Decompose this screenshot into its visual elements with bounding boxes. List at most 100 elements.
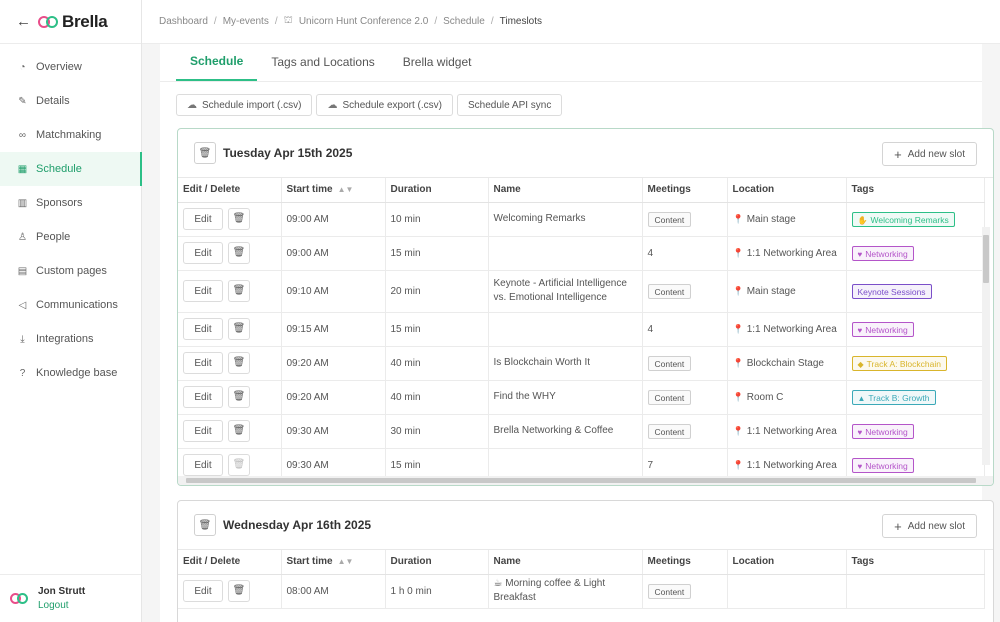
location-cell: 📍 Main stage xyxy=(727,270,847,313)
delete-button[interactable]: 🗑 xyxy=(228,453,250,476)
location-cell xyxy=(727,574,847,609)
edit-button[interactable]: Edit xyxy=(183,420,223,443)
tab-brella-widget[interactable]: Brella widget xyxy=(389,44,486,81)
column-header-label: Meetings xyxy=(647,184,691,196)
location-name: Blockchain Stage xyxy=(746,357,824,369)
sidebar-item-custom-pages[interactable]: ▤ Custom pages xyxy=(0,254,141,288)
column-header-start-time[interactable]: Start time ▲▼ xyxy=(281,178,386,203)
schedule-api-sync-button[interactable]: Schedule API sync xyxy=(456,94,563,116)
breadcrumb-item[interactable]: Unicorn Hunt Conference 2.0 xyxy=(299,16,429,27)
column-header-label: Tags xyxy=(851,184,875,196)
delete-button[interactable]: 🗑 xyxy=(228,419,250,442)
day-title: Tuesday Apr 15th 2025 xyxy=(223,146,353,160)
duration-cell: 40 min xyxy=(385,346,489,381)
tags-cell: ♥ Networking xyxy=(846,312,985,347)
delete-button[interactable]: 🗑 xyxy=(228,279,250,302)
tab-schedule[interactable]: Schedule xyxy=(176,44,258,81)
column-header-name: Name xyxy=(488,178,643,203)
table-row: Edit 🗑 09:20 AM 40 min Find the WHY Content 📍 R… xyxy=(178,380,985,415)
sidebar-item-label: People xyxy=(36,231,71,243)
edit-button[interactable]: Edit xyxy=(183,242,223,265)
edit-button[interactable]: Edit xyxy=(183,386,223,409)
schedule-export-button[interactable]: ☁ Schedule export (.csv) xyxy=(316,94,453,116)
sidebar-item-sponsors[interactable]: ▥ Sponsors xyxy=(0,186,141,220)
sort-icon[interactable]: ▲▼ xyxy=(338,185,354,194)
tab-tags-and-locations[interactable]: Tags and Locations xyxy=(257,44,388,81)
edit-button[interactable]: Edit xyxy=(183,580,223,603)
horizontal-scrollbar[interactable] xyxy=(178,476,993,485)
brand-name: Brella xyxy=(62,11,108,31)
location-pin-icon: 📍 xyxy=(732,247,744,258)
sidebar-item-label: Overview xyxy=(36,61,82,73)
delete-button[interactable]: 🗑 xyxy=(228,207,250,230)
edit-button[interactable]: Edit xyxy=(183,352,223,375)
vertical-scrollbar[interactable] xyxy=(982,227,990,465)
edit-button[interactable]: Edit xyxy=(183,208,223,231)
add-new-slot-button[interactable]: + Add new slot xyxy=(882,514,977,538)
column-header-label: Duration xyxy=(390,184,432,196)
delete-button[interactable]: 🗑 xyxy=(228,241,250,264)
scrollbar-thumb[interactable] xyxy=(186,478,976,483)
sidebar-item-label: Details xyxy=(36,95,70,107)
grid-icon: ▥ xyxy=(17,197,28,209)
sort-icon[interactable]: ▲▼ xyxy=(338,557,354,566)
logout-link[interactable]: Logout xyxy=(38,600,85,611)
meetings-count: 4 xyxy=(647,323,654,335)
sidebar-item-knowledge-base[interactable]: ? Knowledge base xyxy=(0,356,141,390)
meetings-count: 4 xyxy=(647,247,654,259)
breadcrumb-item[interactable]: Schedule xyxy=(443,16,485,27)
delete-button[interactable]: 🗑 xyxy=(228,351,250,374)
name-cell: Is Blockchain Worth It xyxy=(488,346,643,381)
scrollbar-thumb[interactable] xyxy=(983,235,989,283)
delete-button[interactable]: 🗑 xyxy=(228,317,250,340)
meetings-cell: Content xyxy=(642,202,728,237)
sidebar-item-integrations[interactable]: ⤓ Integrations xyxy=(0,322,141,356)
add-new-slot-button[interactable]: + Add new slot xyxy=(882,142,977,166)
schedule-import-button[interactable]: ☁ Schedule import (.csv) xyxy=(176,94,313,116)
sidebar-item-schedule[interactable]: ▦ Schedule xyxy=(0,152,142,186)
column-header-location: Location xyxy=(727,178,847,203)
delete-day-button[interactable]: 🗑 xyxy=(194,142,216,164)
edit-button[interactable]: Edit xyxy=(183,318,223,341)
column-header-label: Edit / Delete xyxy=(183,184,241,196)
table-row: Edit 🗑 09:00 AM 15 min 4 📍 1:1 Networking Area… xyxy=(178,236,985,271)
sidebar-item-people[interactable]: ♙ People xyxy=(0,220,141,254)
start-time-cell: 09:30 AM xyxy=(281,414,386,449)
meetings-count: 7 xyxy=(647,459,654,471)
tag-chip: ▲ Track B: Growth xyxy=(851,389,936,405)
name-cell: Brella Networking & Coffee xyxy=(488,414,643,449)
day-card: 🗑 Tuesday Apr 15th 2025 + Add new slot Edit … xyxy=(177,128,994,486)
breadcrumb-item[interactable]: My-events xyxy=(223,16,269,27)
event-icon: ⛫ xyxy=(283,15,293,26)
day-card: 🗑 Wednesday Apr 16th 2025 + Add new slot Edi… xyxy=(177,500,994,622)
sidebar-item-communications[interactable]: ◁ Communications xyxy=(0,288,141,322)
overview-icon: ◔ xyxy=(19,61,26,73)
delete-day-button[interactable]: 🗑 xyxy=(194,514,216,536)
start-time-cell: 09:20 AM xyxy=(281,346,386,381)
column-header-start-time[interactable]: Start time ▲▼ xyxy=(281,550,386,575)
delete-button[interactable]: 🗑 xyxy=(228,385,250,408)
back-arrow-icon[interactable]: ← xyxy=(16,13,31,30)
toolbar: ☁ Schedule import (.csv) ☁ Schedule expo… xyxy=(176,94,563,116)
edit-button[interactable]: Edit xyxy=(183,280,223,303)
start-time-cell: 08:00 AM xyxy=(281,574,386,609)
schedule-import-label: Schedule import (.csv) xyxy=(202,99,302,111)
sidebar-item-matchmaking[interactable]: ∞ Matchmaking xyxy=(0,118,141,152)
trash-icon: 🗑 xyxy=(232,391,246,403)
meetings-cell: Content xyxy=(642,270,728,313)
session-name-wrap: Keynote - Artificial Intelligence vs. Em… xyxy=(494,277,642,305)
edit-button[interactable]: Edit xyxy=(183,454,223,477)
brella-logo[interactable]: Brella xyxy=(38,11,108,32)
tags-cell: ♥ Networking xyxy=(846,414,985,449)
breadcrumb-item[interactable]: Dashboard xyxy=(159,16,208,27)
delete-button[interactable]: 🗑 xyxy=(228,579,250,602)
trash-icon: 🗑 xyxy=(232,323,246,335)
location-name: 1:1 Networking Area xyxy=(746,459,837,471)
location-cell: 📍 Blockchain Stage xyxy=(727,346,847,381)
sidebar-item-details[interactable]: ✎ Details xyxy=(0,84,141,118)
sidebar: ← Brella ◔ Overview ✎ Details ∞ Matchmaking ▦ S… xyxy=(0,0,142,622)
main-content: Schedule Tags and Locations Brella widget … xyxy=(142,44,1000,622)
name-cell: Find the WHY xyxy=(488,380,643,415)
column-header-label: Duration xyxy=(390,556,432,568)
sidebar-item-overview[interactable]: ◔ Overview xyxy=(0,50,141,84)
